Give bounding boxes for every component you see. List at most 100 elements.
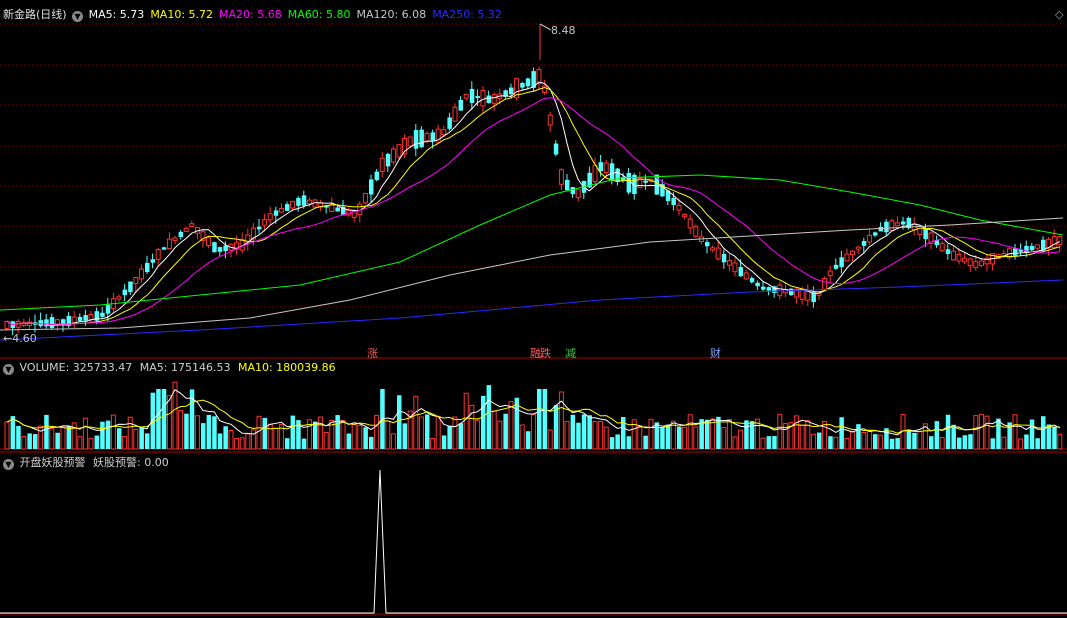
volume-bar <box>508 401 514 450</box>
low-price-label: ←4.60 <box>3 332 37 345</box>
volume-bar <box>127 416 133 450</box>
candle-body <box>262 219 268 226</box>
volume-bar <box>1041 416 1046 449</box>
volume-bar <box>223 426 228 449</box>
volume-bar <box>726 419 732 450</box>
volume-bar <box>94 435 100 449</box>
volume-bar <box>744 420 749 449</box>
candle-body <box>1051 236 1057 248</box>
volume-bar <box>732 436 738 450</box>
candle-body <box>973 261 979 268</box>
volume-bar <box>934 421 940 449</box>
chevron-down-icon[interactable]: ▼ <box>3 364 14 375</box>
volume-bar <box>194 415 200 450</box>
volume-bar <box>1012 414 1018 450</box>
volume-bar <box>1018 438 1024 450</box>
candle-body <box>643 180 648 183</box>
chevron-down-icon[interactable]: ▼ <box>3 459 14 470</box>
candle-body <box>77 316 83 321</box>
volume-bar <box>519 424 525 450</box>
candle-body <box>682 214 688 218</box>
candle-body <box>889 220 895 232</box>
volume-bar <box>705 419 710 449</box>
chevron-down-icon[interactable]: ▼ <box>72 11 84 22</box>
candle-body <box>189 223 195 228</box>
candle-body <box>396 144 402 158</box>
volume-bar <box>530 413 536 450</box>
volume-bar <box>654 422 660 449</box>
volume-bar <box>570 414 576 449</box>
candle-body <box>1057 236 1063 246</box>
candle-body <box>385 153 391 167</box>
candle-body <box>306 199 312 205</box>
candle-body <box>122 289 128 296</box>
candle-body <box>894 222 900 227</box>
volume-bar <box>469 404 475 450</box>
indicator-title[interactable]: 开盘妖股预警 <box>20 456 86 469</box>
candle-body <box>145 262 150 273</box>
candle-body <box>369 179 374 195</box>
candle-body <box>687 218 693 229</box>
volume-bar <box>318 416 324 450</box>
volume-bar <box>486 385 492 449</box>
candle-body <box>671 197 676 205</box>
stock-title[interactable]: 新金路(日线) <box>3 8 67 21</box>
volume-bar <box>581 414 587 449</box>
candle-body <box>290 200 296 209</box>
volume-bar <box>660 427 665 449</box>
volume-bar <box>839 417 844 449</box>
main-panel-header: 新金路(日线) ▼ MA5: 5.73 MA10: 5.72 MA20: 5.68 M… <box>3 6 508 22</box>
volume-value: VOLUME: 325733.47 <box>19 361 133 374</box>
volume-bar <box>27 433 32 449</box>
volume-bar <box>895 438 900 449</box>
volume-bar <box>418 416 424 450</box>
volume-bar <box>100 421 105 449</box>
candle-body <box>1024 245 1029 253</box>
candle-body <box>390 148 396 163</box>
event-tag[interactable]: 跌 <box>540 345 551 361</box>
volume-bar <box>491 410 497 450</box>
event-tag[interactable]: 涨 <box>367 345 378 361</box>
volume-bar <box>430 438 436 450</box>
volume-bar <box>435 415 441 450</box>
volume-bar <box>1001 436 1007 450</box>
volume-bar <box>390 433 396 450</box>
volume-bar <box>463 392 469 450</box>
event-tag[interactable]: 财 <box>710 345 721 361</box>
volume-bar <box>139 427 144 449</box>
volume-bar <box>239 437 245 450</box>
volume-bar <box>145 433 150 449</box>
candle-body <box>150 259 156 263</box>
candle-body <box>71 316 77 324</box>
volume-bar <box>766 436 772 449</box>
volume-bar <box>77 436 83 450</box>
volume-bar <box>603 426 609 450</box>
candle-body <box>424 132 430 143</box>
volume-bar <box>110 414 116 450</box>
candle-body <box>100 312 105 317</box>
candle-body <box>183 227 189 232</box>
candle-body <box>598 162 604 172</box>
candle-body <box>715 247 721 260</box>
candle-body <box>710 247 716 251</box>
volume-bar <box>794 415 800 450</box>
volume-bar <box>425 414 430 449</box>
kline-chart[interactable] <box>0 0 1067 618</box>
candle-body <box>128 281 133 293</box>
volume-bar <box>665 424 671 449</box>
volume-bar <box>351 423 357 450</box>
volume-bar <box>10 416 16 449</box>
volume-ma5: MA5: 175146.53 <box>139 361 231 374</box>
volume-bar <box>447 426 452 449</box>
candle-body <box>884 221 889 233</box>
candle-body <box>509 87 514 95</box>
volume-bar <box>537 389 542 449</box>
candle-body <box>705 242 710 247</box>
volume-bar <box>962 435 968 449</box>
volume-bar <box>996 418 1001 449</box>
diamond-icon[interactable]: ◇ <box>1055 8 1063 21</box>
event-tag[interactable]: 减 <box>565 345 576 361</box>
volume-bar <box>88 437 94 450</box>
candle-body <box>766 287 772 291</box>
candle-body <box>721 253 727 263</box>
